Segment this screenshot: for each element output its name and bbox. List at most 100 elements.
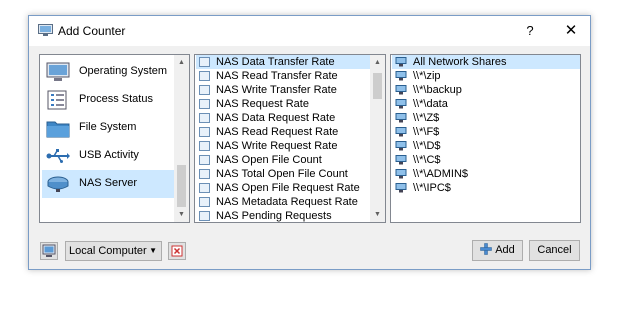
network-share-icon — [395, 141, 407, 151]
network-share-icon — [395, 99, 407, 109]
counter-label: NAS Open File Count — [216, 154, 322, 166]
network-share-icon — [395, 113, 407, 123]
counter-label: NAS Read Transfer Rate — [216, 70, 338, 82]
counter-chart-icon — [199, 99, 210, 109]
instance-item[interactable]: \\*\Z$ — [392, 111, 580, 125]
add-counter-dialog: Add Counter ? ✕ Operating System Process… — [28, 15, 591, 270]
counter-label: NAS Data Transfer Rate — [216, 56, 335, 68]
counter-table-icon — [199, 197, 210, 207]
counter-chart-icon — [199, 113, 210, 123]
counter-table-icon — [199, 183, 210, 193]
instance-item[interactable]: \\*\zip — [392, 69, 580, 83]
category-scrollbar[interactable]: ▲ ▼ — [174, 55, 189, 222]
instance-list[interactable]: All Network Shares \\*\zip \\*\backup \\… — [390, 54, 581, 223]
instance-item[interactable]: \\*\IPC$ — [392, 181, 580, 195]
counter-item[interactable]: NAS Pending Requests — [196, 209, 370, 222]
counter-scrollbar[interactable]: ▲ ▼ — [370, 55, 385, 222]
scroll-down-arrow-icon[interactable]: ▼ — [370, 207, 385, 222]
folder-icon — [46, 121, 70, 138]
counter-label: NAS Data Request Rate — [216, 112, 336, 124]
counter-chart-icon — [199, 127, 210, 137]
counter-table-icon — [199, 155, 210, 165]
counter-item[interactable]: NAS Read Request Rate — [196, 125, 370, 139]
scrollbar-thumb[interactable] — [177, 165, 186, 207]
add-button[interactable]: Add — [472, 240, 523, 261]
counter-item[interactable]: NAS Read Transfer Rate — [196, 69, 370, 83]
chevron-down-icon: ▼ — [149, 246, 157, 255]
network-share-icon — [395, 127, 407, 137]
category-list[interactable]: Operating System Process Status File Sys… — [39, 54, 190, 223]
counter-label: NAS Write Request Rate — [216, 140, 338, 152]
help-button[interactable]: ? — [519, 20, 541, 42]
counter-item[interactable]: NAS Request Rate — [196, 97, 370, 111]
plus-icon — [480, 243, 492, 255]
scroll-up-arrow-icon[interactable]: ▲ — [370, 55, 385, 70]
instance-label: \\*\data — [413, 98, 448, 110]
instance-item[interactable]: \\*\D$ — [392, 139, 580, 153]
network-share-icon — [395, 169, 407, 179]
monitor-icon — [46, 62, 70, 81]
nas-server-icon — [47, 176, 69, 192]
computer-select-value: Local Computer — [69, 245, 147, 257]
category-item-nas-server[interactable]: NAS Server — [42, 170, 174, 198]
app-icon — [38, 24, 53, 36]
counter-item[interactable]: NAS Write Transfer Rate — [196, 83, 370, 97]
instance-item[interactable]: \\*\C$ — [392, 153, 580, 167]
usb-icon — [46, 149, 70, 163]
network-share-icon — [395, 155, 407, 165]
category-item-process-status[interactable]: Process Status — [42, 86, 174, 114]
delete-icon — [171, 245, 183, 257]
counter-item[interactable]: NAS Total Open File Count — [196, 167, 370, 181]
counter-table-icon — [199, 211, 210, 221]
counter-item[interactable]: NAS Open File Request Rate — [196, 181, 370, 195]
scrollbar-thumb[interactable] — [373, 73, 382, 99]
instance-label: All Network Shares — [413, 56, 507, 68]
cancel-button[interactable]: Cancel — [529, 240, 580, 261]
counter-label: NAS Total Open File Count — [216, 168, 348, 180]
category-item-file-system[interactable]: File System — [42, 114, 174, 142]
window-title: Add Counter — [58, 24, 126, 38]
instance-item[interactable]: \\*\backup — [392, 83, 580, 97]
title-bar[interactable]: Add Counter ? ✕ — [29, 16, 590, 46]
close-button[interactable]: ✕ — [559, 20, 583, 42]
counter-chart-icon — [199, 85, 210, 95]
counter-label: NAS Request Rate — [216, 98, 309, 110]
instance-label: \\*\C$ — [413, 154, 441, 166]
remove-computer-button[interactable] — [168, 242, 186, 260]
counter-item[interactable]: NAS Data Request Rate — [196, 111, 370, 125]
counter-label: NAS Read Request Rate — [216, 126, 339, 138]
process-list-icon — [47, 90, 67, 110]
counter-item[interactable]: NAS Write Request Rate — [196, 139, 370, 153]
computer-select[interactable]: Local Computer ▼ — [65, 241, 162, 261]
instance-item[interactable]: \\*\ADMIN$ — [392, 167, 580, 181]
category-label: USB Activity — [79, 149, 139, 161]
instance-label: \\*\ADMIN$ — [413, 168, 469, 180]
instance-item[interactable]: \\*\data — [392, 97, 580, 111]
category-label: Process Status — [79, 93, 153, 105]
counter-list[interactable]: NAS Data Transfer Rate NAS Read Transfer… — [194, 54, 386, 223]
counter-chart-icon — [199, 141, 210, 151]
instance-label: \\*\F$ — [413, 126, 440, 138]
counter-label: NAS Pending Requests — [216, 210, 332, 222]
counter-item[interactable]: NAS Data Transfer Rate — [196, 55, 370, 69]
add-button-label: Add — [495, 244, 515, 256]
counter-label: NAS Open File Request Rate — [216, 182, 360, 194]
scroll-up-arrow-icon[interactable]: ▲ — [174, 55, 189, 70]
instance-label: \\*\Z$ — [413, 112, 440, 124]
computer-button[interactable] — [40, 242, 58, 260]
counter-item[interactable]: NAS Metadata Request Rate — [196, 195, 370, 209]
category-label: File System — [79, 121, 137, 133]
category-label: NAS Server — [79, 177, 138, 189]
instance-item[interactable]: All Network Shares — [392, 55, 580, 69]
category-item-operating-system[interactable]: Operating System — [42, 58, 174, 86]
instance-label: \\*\zip — [413, 70, 441, 82]
instance-label: \\*\IPC$ — [413, 182, 451, 194]
counter-label: NAS Write Transfer Rate — [216, 84, 337, 96]
network-share-icon — [395, 71, 407, 81]
category-item-usb-activity[interactable]: USB Activity — [42, 142, 174, 170]
network-share-icon — [395, 183, 407, 193]
counter-item[interactable]: NAS Open File Count — [196, 153, 370, 167]
category-label: Operating System — [79, 65, 168, 77]
scroll-down-arrow-icon[interactable]: ▼ — [174, 207, 189, 222]
instance-item[interactable]: \\*\F$ — [392, 125, 580, 139]
